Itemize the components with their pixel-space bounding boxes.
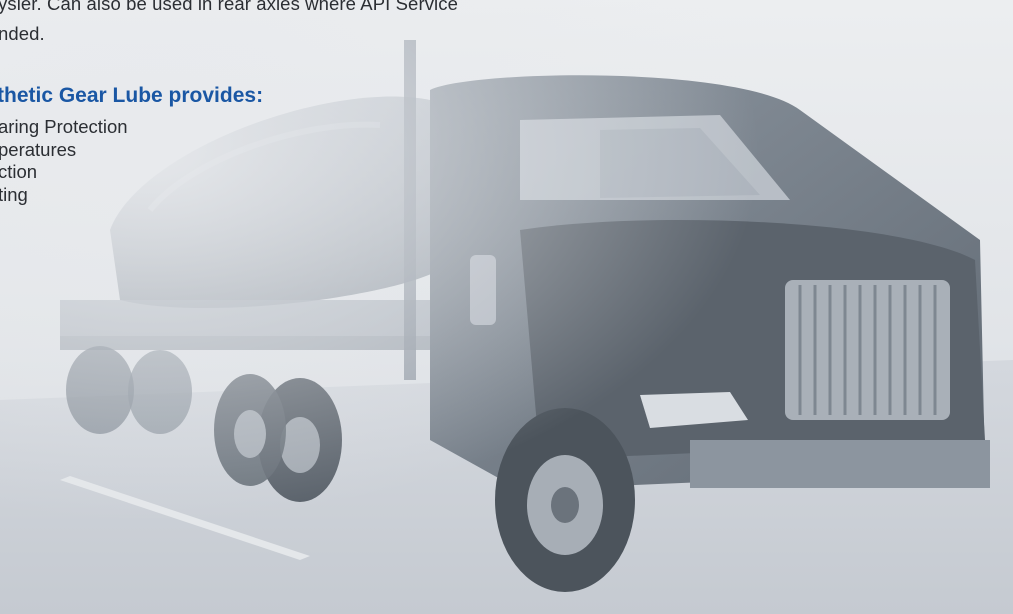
description-line-2: nded.: [0, 23, 45, 44]
benefits-heading: thetic Gear Lube provides:: [0, 84, 264, 107]
benefit-item: peratures: [0, 138, 77, 160]
benefits-list: aring Protection peratures ction ting: [0, 116, 128, 206]
description-line-1: ysler. Can also be used in rear axles wh…: [0, 0, 459, 14]
benefit-item: ting: [0, 183, 28, 205]
benefit-item: aring Protection: [0, 116, 128, 137]
benefit-item: ction: [0, 161, 38, 182]
brochure-page: ysler. Can also be used in rear axles wh…: [0, 0, 1013, 614]
